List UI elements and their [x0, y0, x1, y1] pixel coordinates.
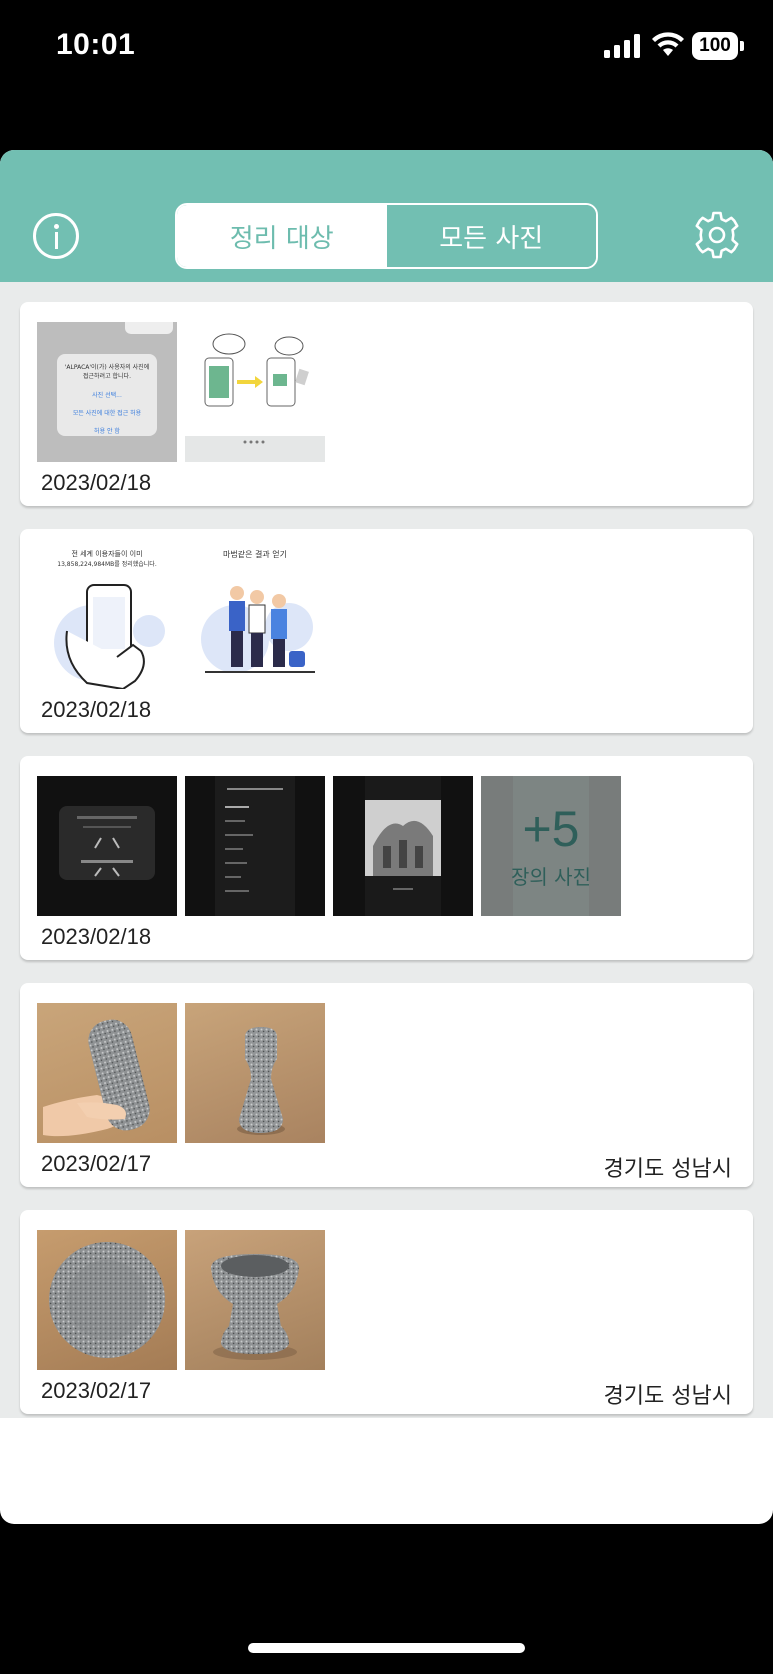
battery-level: 100 — [692, 32, 738, 60]
group-date: 2023/02/17 — [41, 1378, 152, 1403]
dialog-text: 'ALPACA'이(가) 사용자의 사진에 — [64, 364, 150, 371]
phones-illustration — [185, 333, 325, 462]
tab-cleanup-targets[interactable]: 정리 대상 — [177, 205, 387, 267]
photo-group-card[interactable]: 2023/02/17 경기도 성남시 — [20, 1210, 753, 1414]
photo-thumbnail[interactable] — [185, 322, 325, 462]
stone-pestle-photo — [43, 1019, 150, 1137]
group-date: 2023/02/18 — [41, 470, 152, 495]
photo-thumbnail[interactable] — [37, 776, 177, 916]
photo-thumbnail[interactable] — [185, 1230, 325, 1370]
photo-group-card[interactable]: 전 세계 이용자들이 이미 13,858,224,984MB를 정리했습니다. … — [20, 529, 753, 733]
photo-thumbnail[interactable]: 마법같은 결과 얻기 — [185, 549, 325, 689]
stone-pestle-photo — [237, 1027, 285, 1135]
wifi-icon — [652, 32, 684, 56]
caption-text: 마법같은 결과 얻기 — [223, 550, 287, 559]
people-illustration — [201, 586, 315, 673]
dark-dialog-screenshot — [77, 816, 137, 877]
info-button[interactable] — [33, 213, 79, 259]
status-time: 10:01 — [56, 28, 136, 61]
hand-phone-illustration — [54, 584, 165, 689]
photo-group-card[interactable]: 'ALPACA'이(가) 사용자의 사진에 접근하려고 합니다. 사진 선택..… — [20, 302, 753, 506]
photo-group-list: 'ALPACA'이(가) 사용자의 사진에 접근하려고 합니다. 사진 선택..… — [0, 282, 773, 1418]
group-date: 2023/02/17 — [41, 1151, 152, 1176]
dialog-option: 모든 사진에 대한 접근 허용 — [72, 410, 142, 417]
photo-thumbnail[interactable] — [333, 776, 473, 916]
photo-thumbnail[interactable] — [37, 1230, 177, 1370]
group-location: 경기도 성남시 — [603, 1384, 732, 1409]
tab-all-photos[interactable]: 모든 사진 — [386, 205, 596, 267]
photo-thumbnail[interactable] — [37, 1003, 177, 1143]
group-location: 경기도 성남시 — [603, 1157, 732, 1182]
group-date: 2023/02/18 — [41, 924, 152, 949]
dialog-option: 사진 선택... — [92, 392, 122, 399]
photo-thumbnail[interactable] — [185, 776, 325, 916]
photo-group-card[interactable]: +5 장의 사진 2023/02/18 — [20, 756, 753, 960]
segmented-control: 정리 대상 모든 사진 — [175, 203, 598, 269]
caption-text: 13,858,224,984MB를 정리했습니다. — [57, 561, 157, 568]
photo-thumbnail[interactable]: 'ALPACA'이(가) 사용자의 사진에 접근하려고 합니다. 사진 선택..… — [37, 322, 177, 462]
stone-mortar-photo — [49, 1242, 165, 1358]
more-photos-count: +5 — [522, 800, 580, 857]
caption-text: 전 세계 이용자들이 이미 — [71, 550, 143, 558]
dark-albums-screenshot — [225, 788, 283, 892]
header-bar: 정리 대상 모든 사진 — [0, 150, 773, 282]
more-photos-overlay: +5 장의 사진 — [481, 776, 621, 916]
app-sheet: 정리 대상 모든 사진 'ALPACA'이(가) 사용자의 사진에 접근하려고 … — [0, 150, 773, 1524]
cellular-signal-icon — [604, 34, 640, 58]
photo-thumbnail[interactable]: 전 세계 이용자들이 이미 13,858,224,984MB를 정리했습니다. — [37, 549, 177, 689]
dark-photo-screenshot — [365, 800, 441, 890]
group-date: 2023/02/18 — [41, 697, 152, 722]
more-photos-label: 장의 사진 — [511, 864, 591, 889]
photo-group-card[interactable]: 2023/02/17 경기도 성남시 — [20, 983, 753, 1187]
dialog-option: 허용 안 함 — [94, 428, 120, 435]
stone-mortar-photo — [211, 1254, 299, 1360]
photo-thumbnail[interactable] — [185, 1003, 325, 1143]
status-bar: 10:01 100 — [0, 0, 773, 96]
battery-icon: 100 — [692, 32, 744, 60]
photo-thumbnail-more[interactable]: +5 장의 사진 — [481, 776, 621, 916]
dialog-text: 접근하려고 합니다. — [83, 373, 131, 380]
gear-icon[interactable] — [692, 210, 742, 260]
home-indicator — [248, 1643, 525, 1653]
